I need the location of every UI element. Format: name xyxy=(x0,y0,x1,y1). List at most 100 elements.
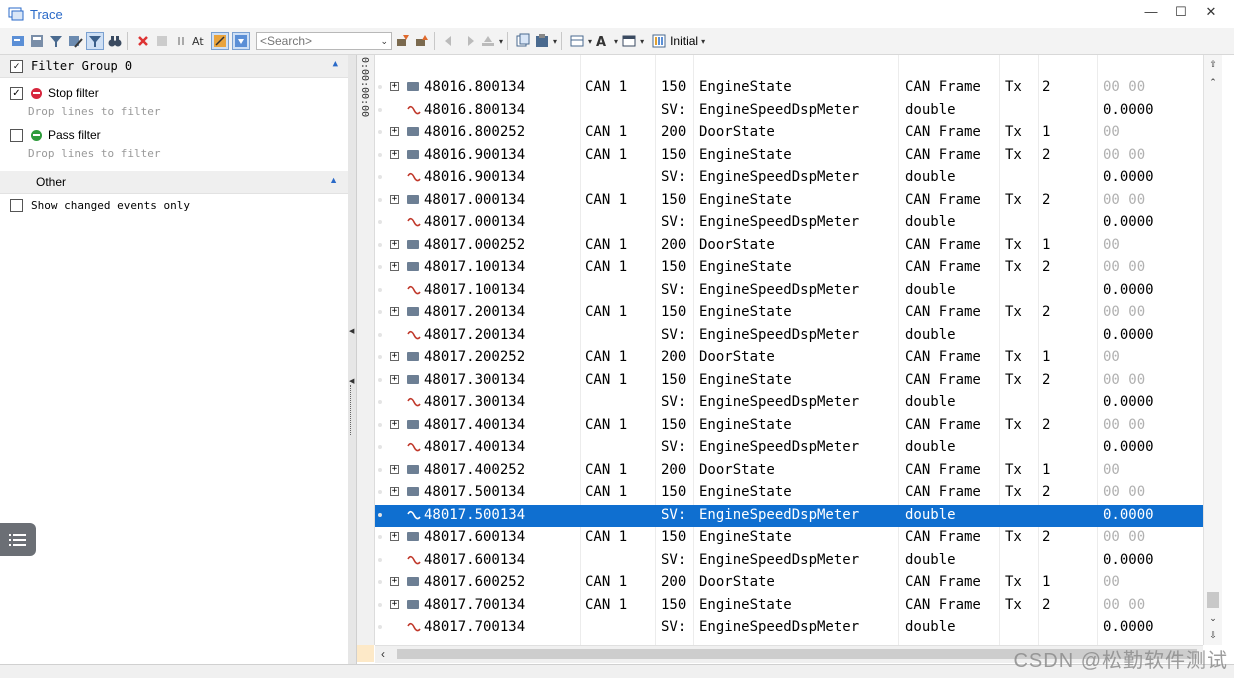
splitter-grip[interactable] xyxy=(350,385,354,435)
clear-icon[interactable] xyxy=(135,33,151,49)
filter-icon[interactable] xyxy=(48,33,64,49)
chevron-down-icon[interactable]: ▾ xyxy=(499,37,503,46)
trace-grid[interactable]: +48016.800134 CAN 1 150 EngineState CAN Fram… xyxy=(375,55,1203,645)
binoculars-icon[interactable] xyxy=(107,33,123,49)
frame-row[interactable]: +48017.100134 CAN 1 150 EngineState CAN Fram… xyxy=(375,257,1203,280)
frame-row[interactable]: +48016.900134 CAN 1 150 EngineState CAN Fram… xyxy=(375,145,1203,168)
signal-row[interactable]: 48017.400134 SV: EngineSpeedDspMeter double… xyxy=(375,437,1203,460)
minimize-button[interactable]: — xyxy=(1136,4,1166,20)
frame-row[interactable]: +48017.000252 CAN 1 200 DoorState CAN Frame T… xyxy=(375,235,1203,258)
filter-group-header[interactable]: ✓ Filter Group 0 ▲ xyxy=(0,55,348,78)
frame-row[interactable]: +48016.800134 CAN 1 150 EngineState CAN Fram… xyxy=(375,77,1203,100)
signal-row[interactable]: 48017.700134 SV: EngineSpeedDspMeter double… xyxy=(375,617,1203,640)
expand-icon[interactable]: + xyxy=(390,262,399,271)
show-changed-row[interactable]: Show changed events only xyxy=(0,193,348,216)
marker-icon[interactable] xyxy=(480,33,496,49)
scroll-left-icon[interactable]: ‹ xyxy=(381,647,385,661)
layout-icon[interactable] xyxy=(569,33,585,49)
pause-icon[interactable] xyxy=(173,33,189,49)
frame-row[interactable]: +48017.000134 CAN 1 150 EngineState CAN Fram… xyxy=(375,190,1203,213)
chevron-down-icon[interactable]: ▾ xyxy=(640,37,644,46)
edit-filter-icon[interactable] xyxy=(67,33,83,49)
pass-filter-checkbox[interactable] xyxy=(10,128,23,142)
collapse-left-icon[interactable]: ◀ xyxy=(349,327,354,335)
chevron-down-icon[interactable]: ▾ xyxy=(553,37,557,46)
search-dropdown-icon[interactable]: ⌄ xyxy=(380,36,388,47)
stop-filter-drop-zone[interactable]: Drop lines to filter xyxy=(0,103,348,123)
expand-icon[interactable]: + xyxy=(390,464,399,474)
signal-row[interactable]: 48017.600134 SV: EngineSpeedDspMeter double… xyxy=(375,550,1203,573)
frame-row[interactable]: +48017.200134 CAN 1 150 EngineState CAN Fram… xyxy=(375,302,1203,325)
back-arrow-icon[interactable] xyxy=(442,33,458,49)
vertical-scrollbar[interactable]: ⇧ ⌃ ⌄ ⇩ xyxy=(1203,55,1222,645)
frame-row[interactable]: +48017.600134 CAN 1 150 EngineState CAN Fram… xyxy=(375,527,1203,550)
copy-icon[interactable] xyxy=(515,33,531,49)
expand-icon[interactable]: + xyxy=(390,577,399,586)
expand-icon[interactable]: + xyxy=(390,532,399,541)
signal-row[interactable]: 48017.300134 SV: EngineSpeedDspMeter double… xyxy=(375,392,1203,415)
font-icon[interactable]: A xyxy=(595,33,611,49)
stop-filter-row[interactable]: ✓ Stop filter xyxy=(0,83,348,103)
signal-row[interactable]: 48016.800134 SV: EngineSpeedDspMeter double… xyxy=(375,100,1203,123)
expand-icon[interactable]: + xyxy=(390,599,399,609)
signal-row[interactable]: 48017.500134 SV: EngineSpeedDspMeter double… xyxy=(375,504,1203,527)
frame-row[interactable]: +48017.200252 CAN 1 200 DoorState CAN Frame T… xyxy=(375,347,1203,370)
scroll-bottom-icon[interactable]: ⇩ xyxy=(1206,628,1220,642)
frame-row[interactable]: +48017.500134 CAN 1 150 EngineState CAN Fram… xyxy=(375,482,1203,505)
expand-icon[interactable]: + xyxy=(390,352,399,361)
frame-row[interactable]: +48017.400134 CAN 1 150 EngineState CAN Fram… xyxy=(375,415,1203,438)
toggle-view-icon[interactable] xyxy=(154,33,170,49)
scroll-up-icon[interactable]: ⌃ xyxy=(1206,75,1220,89)
expand-icon[interactable]: + xyxy=(390,239,399,249)
forward-arrow-icon[interactable] xyxy=(461,33,477,49)
filter-group-checkbox[interactable]: ✓ xyxy=(10,59,23,73)
search-input[interactable] xyxy=(260,34,370,48)
expand-icon[interactable]: + xyxy=(390,82,399,91)
column-layout-button[interactable]: Initial ▾ xyxy=(648,33,705,49)
pass-filter-drop-zone[interactable]: Drop lines to filter xyxy=(0,145,348,165)
frame-row[interactable]: +48017.600252 CAN 1 200 DoorState CAN Frame T… xyxy=(375,572,1203,595)
window-mode-icon[interactable] xyxy=(621,33,637,49)
pass-filter-row[interactable]: Pass filter xyxy=(0,125,348,145)
signal-row[interactable]: 48017.200134 SV: EngineSpeedDspMeter double… xyxy=(375,325,1203,348)
find-next-icon[interactable] xyxy=(414,33,430,49)
time-mode-icon[interactable]: At xyxy=(192,33,208,49)
close-button[interactable]: ✕ xyxy=(1196,4,1226,20)
panel-splitter[interactable]: ◀ ◀ xyxy=(348,55,357,664)
collapse-icon[interactable]: ▲ xyxy=(329,175,338,185)
expand-icon[interactable]: + xyxy=(390,374,399,384)
frame-row[interactable]: +48017.700134 CAN 1 150 EngineState CAN Fram… xyxy=(375,595,1203,618)
collapse-left-icon[interactable]: ◀ xyxy=(349,377,354,385)
expand-icon[interactable]: + xyxy=(390,419,399,429)
chevron-down-icon[interactable]: ▾ xyxy=(614,37,618,46)
scroll-top-icon[interactable]: ⇧ xyxy=(1206,57,1220,71)
find-previous-icon[interactable] xyxy=(395,33,411,49)
chrono-mode-icon[interactable] xyxy=(211,32,229,50)
frame-row[interactable]: +48017.300134 CAN 1 150 EngineState CAN Fram… xyxy=(375,370,1203,393)
chevron-down-icon[interactable]: ▾ xyxy=(588,37,592,46)
signal-row[interactable]: 48017.100134 SV: EngineSpeedDspMeter double… xyxy=(375,280,1203,303)
side-menu-tab[interactable] xyxy=(0,523,36,556)
toggle-filter-icon[interactable] xyxy=(86,32,104,50)
show-changed-checkbox[interactable] xyxy=(10,198,23,212)
expand-icon[interactable]: + xyxy=(390,149,399,159)
scroll-mode-icon[interactable] xyxy=(232,32,250,50)
signal-row[interactable]: 48016.900134 SV: EngineSpeedDspMeter double… xyxy=(375,167,1203,190)
frame-row[interactable]: +48016.800252 CAN 1 200 DoorState CAN Frame T… xyxy=(375,122,1203,145)
expand-icon[interactable]: + xyxy=(390,127,399,136)
expand-icon[interactable]: + xyxy=(390,487,399,496)
expand-icon[interactable]: + xyxy=(390,307,399,316)
stop-filter-checkbox[interactable]: ✓ xyxy=(10,86,23,100)
scroll-down-icon[interactable]: ⌄ xyxy=(1206,611,1220,625)
search-box[interactable]: ⌄ xyxy=(256,32,392,50)
signal-row[interactable]: 48017.000134 SV: EngineSpeedDspMeter double… xyxy=(375,212,1203,235)
vertical-scroll-thumb[interactable] xyxy=(1207,592,1219,608)
other-section-header[interactable]: Other ▲ xyxy=(0,171,348,193)
start-trace-icon[interactable] xyxy=(10,33,26,49)
paste-icon[interactable] xyxy=(534,33,550,49)
maximize-button[interactable]: ☐ xyxy=(1166,4,1196,20)
detach-icon[interactable] xyxy=(29,33,45,49)
collapse-icon[interactable]: ▲ xyxy=(333,59,338,69)
frame-row[interactable]: +48017.400252 CAN 1 200 DoorState CAN Frame T… xyxy=(375,460,1203,483)
expand-icon[interactable]: + xyxy=(390,194,399,204)
